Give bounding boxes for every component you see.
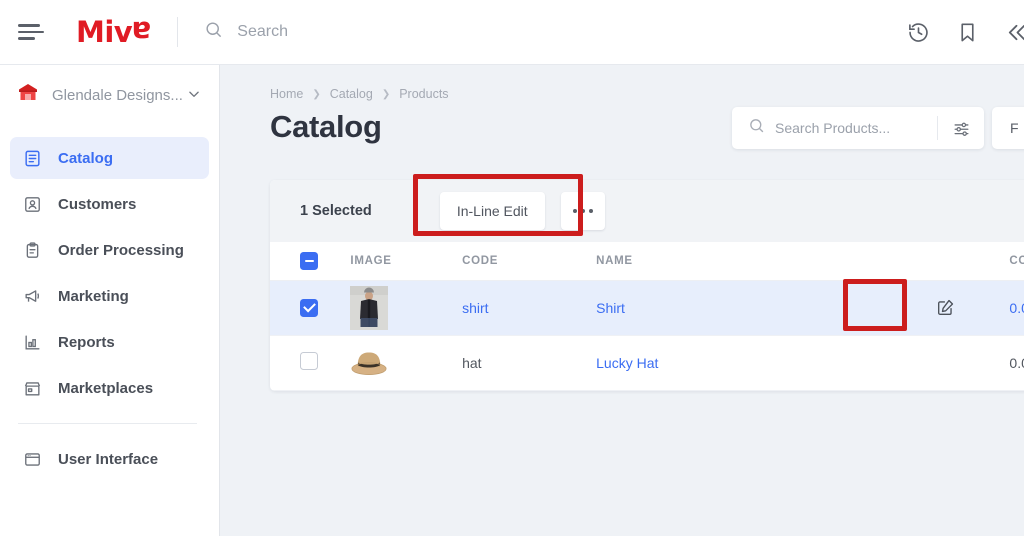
column-cost[interactable]: COST bbox=[1009, 242, 1024, 281]
breadcrumb-item-home[interactable]: Home bbox=[270, 87, 303, 101]
row-edit-cell bbox=[931, 335, 1010, 391]
column-edit bbox=[931, 242, 1010, 281]
breadcrumb-item-catalog[interactable]: Catalog bbox=[330, 87, 373, 101]
product-name-link[interactable]: Shirt bbox=[596, 300, 625, 316]
row-edit-cell bbox=[931, 280, 1010, 336]
more-options-icon[interactable] bbox=[560, 192, 605, 230]
products-card: 1 Selected In-Line Edit IMAGE CODE NAME … bbox=[270, 180, 1024, 391]
select-all-checkbox[interactable] bbox=[300, 251, 318, 270]
sidebar-item-label: Reports bbox=[58, 333, 115, 351]
main-content: Home ❯ Catalog ❯ Products Catalog Search… bbox=[220, 65, 1024, 536]
row-checkbox[interactable] bbox=[300, 298, 318, 317]
sidebar-item-customers[interactable]: Customers bbox=[10, 183, 209, 225]
sidebar-item-label: Catalog bbox=[58, 149, 114, 167]
row-checkbox[interactable] bbox=[300, 352, 318, 370]
products-table: IMAGE CODE NAME COST bbox=[270, 242, 1024, 391]
sidebar: Glendale Designs... Catalog Customers Or… bbox=[0, 65, 220, 536]
breadcrumb-item-products[interactable]: Products bbox=[399, 87, 448, 101]
in-line-edit-label: In-Line Edit bbox=[456, 203, 528, 219]
chevron-down-icon bbox=[187, 87, 201, 104]
sidebar-item-reports[interactable]: Reports bbox=[10, 321, 209, 363]
collapse-left-icon[interactable] bbox=[1005, 21, 1024, 44]
filters-button-label: F bbox=[1010, 120, 1019, 136]
product-cost: 0.00 bbox=[1009, 354, 1024, 371]
breadcrumb-separator-icon: ❯ bbox=[381, 88, 391, 100]
in-line-edit-button[interactable]: In-Line Edit bbox=[439, 192, 545, 230]
search-icon bbox=[204, 20, 223, 44]
search-icon bbox=[748, 117, 765, 139]
search-products-field[interactable]: Search Products... bbox=[732, 107, 984, 149]
table-toolbar: 1 Selected In-Line Edit bbox=[270, 180, 1024, 242]
select-all-cell bbox=[270, 242, 351, 281]
sidebar-nav: Catalog Customers Order Processing Marke… bbox=[0, 125, 219, 480]
row-code-cell: shirt bbox=[462, 280, 597, 336]
hamburger-icon[interactable] bbox=[16, 15, 50, 49]
sidebar-item-marketing[interactable]: Marketing bbox=[10, 275, 209, 317]
product-code-link[interactable]: shirt bbox=[462, 300, 488, 316]
row-select-cell bbox=[270, 280, 351, 336]
row-cost-cell: 0.00 bbox=[1009, 335, 1024, 391]
table-row[interactable]: shirt Shirt 0.00 bbox=[270, 280, 1024, 336]
filters-button[interactable]: F bbox=[992, 107, 1024, 149]
hat-thumbnail bbox=[350, 341, 388, 385]
breadcrumb: Home ❯ Catalog ❯ Products bbox=[220, 65, 1024, 101]
top-bar: Miva Search bbox=[0, 0, 1024, 65]
table-body: shirt Shirt 0.00 bbox=[270, 280, 1024, 391]
sidebar-divider bbox=[18, 423, 197, 424]
breadcrumb-separator-icon: ❯ bbox=[312, 88, 321, 100]
megaphone-icon bbox=[22, 286, 42, 306]
sliders-icon[interactable] bbox=[938, 119, 984, 138]
row-image-cell bbox=[350, 335, 463, 391]
column-code[interactable]: CODE bbox=[462, 242, 597, 281]
row-code-cell: hat bbox=[462, 335, 597, 391]
bar-chart-icon bbox=[22, 332, 42, 352]
row-select-cell bbox=[270, 335, 351, 391]
sidebar-item-label: Marketplaces bbox=[58, 379, 154, 397]
header-icon-group bbox=[907, 21, 1024, 44]
column-image[interactable]: IMAGE bbox=[350, 242, 463, 281]
row-cost-cell: 0.00 bbox=[1009, 280, 1024, 336]
miva-logo-text: Miva bbox=[76, 15, 152, 49]
clipboard-icon bbox=[22, 240, 42, 260]
sidebar-item-catalog[interactable]: Catalog bbox=[10, 137, 209, 179]
shirt-thumbnail bbox=[350, 285, 389, 330]
sidebar-item-user-interface[interactable]: User Interface bbox=[10, 438, 209, 480]
search-products-placeholder: Search Products... bbox=[775, 120, 891, 136]
storefront-icon bbox=[16, 81, 40, 110]
sidebar-item-label: Customers bbox=[58, 195, 137, 213]
sidebar-item-order-processing[interactable]: Order Processing bbox=[10, 229, 209, 271]
customers-icon bbox=[22, 194, 42, 214]
column-name[interactable]: NAME bbox=[596, 242, 932, 281]
catalog-icon bbox=[22, 148, 42, 168]
search-placeholder: Search bbox=[237, 23, 288, 40]
marketplace-icon bbox=[22, 378, 42, 398]
selected-count-label: 1 Selected bbox=[300, 203, 372, 219]
product-cost[interactable]: 0.00 bbox=[1009, 300, 1024, 316]
sidebar-item-label: Marketing bbox=[58, 287, 129, 305]
sidebar-item-marketplaces[interactable]: Marketplaces bbox=[10, 367, 209, 409]
table-head: IMAGE CODE NAME COST bbox=[270, 242, 1024, 281]
table-header-row: IMAGE CODE NAME COST bbox=[270, 242, 1024, 281]
window-icon bbox=[22, 449, 42, 469]
edit-pencil-icon[interactable] bbox=[931, 294, 959, 322]
global-search[interactable]: Search bbox=[204, 20, 907, 44]
store-selector[interactable]: Glendale Designs... bbox=[0, 65, 219, 125]
row-image-cell bbox=[350, 280, 463, 336]
header-divider bbox=[177, 17, 179, 47]
table-row[interactable]: hat Lucky Hat 0.00 bbox=[270, 335, 1024, 391]
product-name-link[interactable]: Lucky Hat bbox=[596, 355, 658, 371]
sidebar-item-label: Order Processing bbox=[58, 241, 184, 259]
product-code-link[interactable]: hat bbox=[462, 355, 481, 371]
row-name-cell: Lucky Hat bbox=[596, 335, 932, 391]
bookmark-icon[interactable] bbox=[956, 21, 979, 44]
row-name-cell: Shirt bbox=[596, 280, 932, 336]
history-icon[interactable] bbox=[907, 21, 930, 44]
sidebar-item-label: User Interface bbox=[58, 450, 159, 468]
page-title: Catalog bbox=[270, 109, 382, 144]
miva-logo[interactable]: Miva bbox=[76, 15, 151, 49]
store-name: Glendale Designs... bbox=[52, 86, 183, 104]
